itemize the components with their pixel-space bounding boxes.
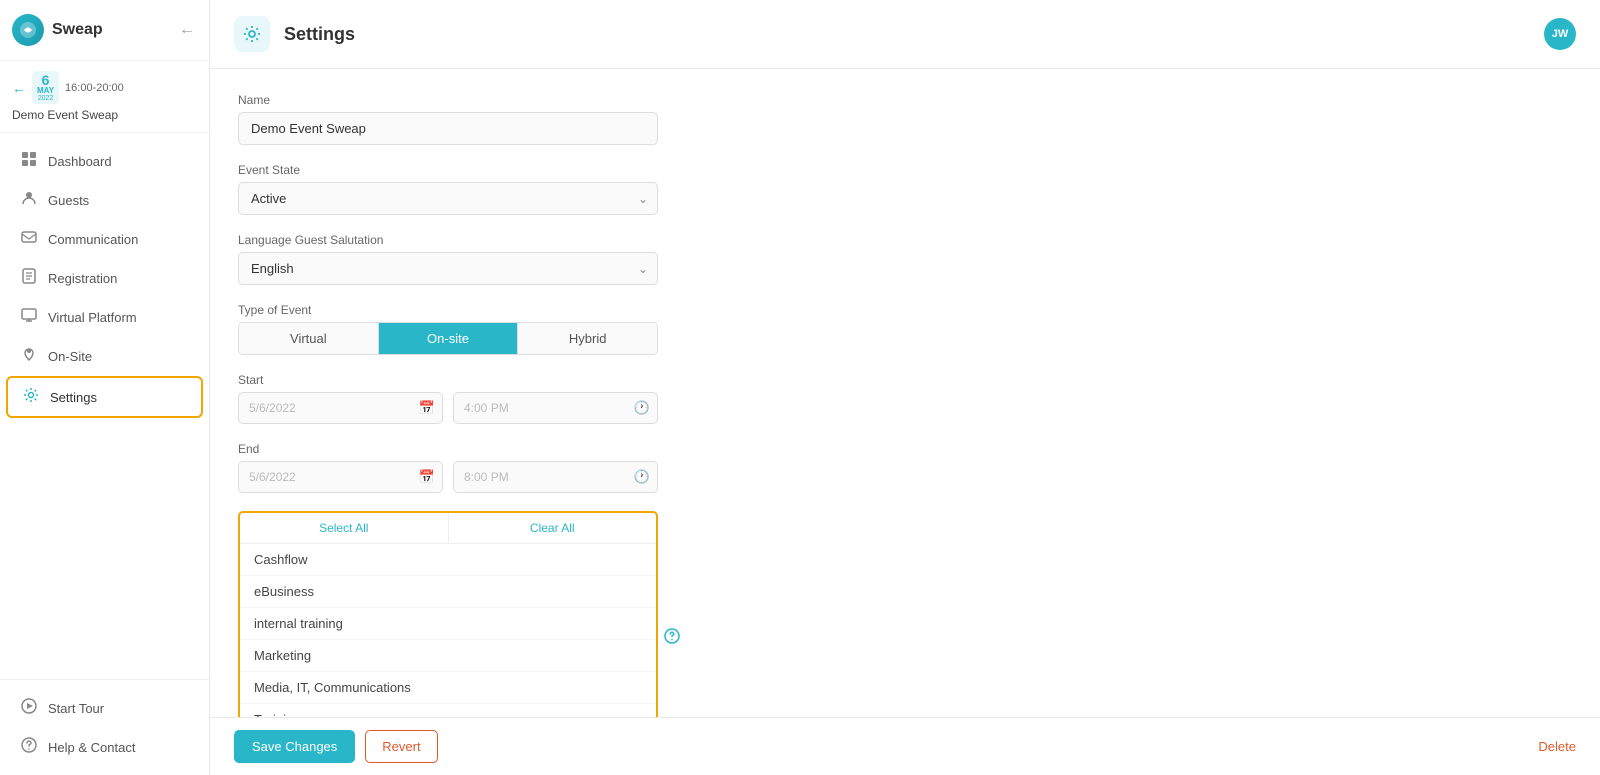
categories-list: Cashflow eBusiness internal training Mar… [240,544,656,717]
communication-label: Communication [48,232,138,247]
main-header: Settings JW [210,0,1600,69]
sidebar-item-settings[interactable]: Settings [6,376,203,418]
virtual-platform-label: Virtual Platform [48,310,137,325]
event-type-virtual-button[interactable]: Virtual [239,323,379,354]
category-training[interactable]: Training [240,704,656,717]
app-name: Sweap [52,21,103,39]
sidebar-item-on-site[interactable]: On-Site [6,337,203,375]
main-content: Settings JW Name Event State Active Inac… [210,0,1600,775]
communication-icon [20,229,38,249]
start-time-input[interactable] [453,392,658,424]
on-site-label: On-Site [48,349,92,364]
start-datetime: 📅 🕐 [238,392,658,424]
end-date-input[interactable] [238,461,443,493]
event-type-hybrid-button[interactable]: Hybrid [518,323,657,354]
event-info: ← 6 MAY 2022 16:00-20:00 Demo Event Swea… [0,61,209,133]
end-date-wrap: 📅 [238,461,443,493]
end-datetime: 📅 🕐 [238,461,658,493]
end-label: End [238,442,1572,456]
delete-button[interactable]: Delete [1538,739,1576,754]
language-select[interactable]: English German French Spanish [238,252,658,285]
sidebar-nav: Dashboard Guests Communication Registrat… [0,133,209,679]
select-all-button[interactable]: Select All [240,513,449,543]
start-group: Start 📅 🕐 [238,373,1572,424]
sidebar-item-guests[interactable]: Guests [6,181,203,219]
guests-icon [20,190,38,210]
logo-icon [12,14,44,46]
footer-bar: Save Changes Revert Delete [210,717,1600,775]
event-type-buttons: Virtual On-site Hybrid [238,322,658,355]
category-marketing[interactable]: Marketing [240,640,656,672]
collapse-sidebar-button[interactable]: ← [177,19,197,41]
category-cashflow[interactable]: Cashflow [240,544,656,576]
sidebar-footer: Start Tour Help & Contact [0,679,209,775]
page-title: Settings [284,24,355,45]
categories-wrap: Select All Clear All Cashflow eBusiness … [238,511,658,717]
help-contact-label: Help & Contact [48,740,135,755]
event-state-select[interactable]: Active Inactive Archived [238,182,658,215]
end-time-input[interactable] [453,461,658,493]
virtual-platform-icon [20,307,38,327]
on-site-icon [20,346,38,366]
language-group: Language Guest Salutation English German… [238,233,1572,285]
categories-toolbar: Select All Clear All [240,513,656,544]
end-date-calendar-icon: 📅 [419,469,435,485]
start-time-clock-icon: 🕐 [634,400,650,416]
sidebar-item-communication[interactable]: Communication [6,220,203,258]
event-date-badge: 6 MAY 2022 [32,71,59,104]
end-time-wrap: 🕐 [453,461,658,493]
event-type-label: Type of Event [238,303,1572,317]
revert-button[interactable]: Revert [365,730,437,763]
dashboard-label: Dashboard [48,154,112,169]
sidebar-item-registration[interactable]: Registration [6,259,203,297]
categories-help-icon[interactable] [664,628,680,648]
event-type-onsite-button[interactable]: On-site [379,323,519,354]
language-select-wrapper: English German French Spanish ⌄ [238,252,658,285]
category-ebusiness[interactable]: eBusiness [240,576,656,608]
start-date-input[interactable] [238,392,443,424]
event-time: 16:00-20:00 [65,82,124,94]
help-icon [20,737,38,757]
name-input[interactable] [238,112,658,145]
start-tour-button[interactable]: Start Tour [6,689,203,727]
start-date-calendar-icon: 📅 [419,400,435,416]
save-changes-button[interactable]: Save Changes [234,730,355,763]
sidebar: Sweap ← ← 6 MAY 2022 16:00-20:00 Demo Ev… [0,0,210,775]
event-state-label: Event State [238,163,1572,177]
registration-icon [20,268,38,288]
language-label: Language Guest Salutation [238,233,1572,247]
header-icon [234,16,270,52]
event-state-select-wrapper: Active Inactive Archived ⌄ [238,182,658,215]
back-button[interactable]: ← [12,80,26,96]
category-internal-training[interactable]: internal training [240,608,656,640]
sidebar-item-virtual-platform[interactable]: Virtual Platform [6,298,203,336]
settings-body: Name Event State Active Inactive Archive… [210,69,1600,717]
event-name: Demo Event Sweap [12,108,197,122]
end-time-clock-icon: 🕐 [634,469,650,485]
registration-label: Registration [48,271,117,286]
guests-label: Guests [48,193,89,208]
help-contact-button[interactable]: Help & Contact [6,728,203,766]
event-type-group: Type of Event Virtual On-site Hybrid [238,303,1572,355]
start-time-wrap: 🕐 [453,392,658,424]
sidebar-item-dashboard[interactable]: Dashboard [6,142,203,180]
clear-all-button[interactable]: Clear All [449,513,657,543]
user-avatar: JW [1544,18,1576,50]
start-tour-icon [20,698,38,718]
logo-area: Sweap [12,14,103,46]
start-date-wrap: 📅 [238,392,443,424]
end-group: End 📅 🕐 [238,442,1572,493]
sidebar-header: Sweap ← [0,0,209,61]
categories-dropdown: Select All Clear All Cashflow eBusiness … [238,511,658,717]
categories-group: Select All Clear All Cashflow eBusiness … [238,511,1572,717]
name-label: Name [238,93,1572,107]
start-label: Start [238,373,1572,387]
category-media-it[interactable]: Media, IT, Communications [240,672,656,704]
dashboard-icon [20,151,38,171]
settings-icon [22,387,40,407]
settings-label: Settings [50,390,97,405]
name-group: Name [238,93,1572,145]
start-tour-label: Start Tour [48,701,104,716]
event-state-group: Event State Active Inactive Archived ⌄ [238,163,1572,215]
